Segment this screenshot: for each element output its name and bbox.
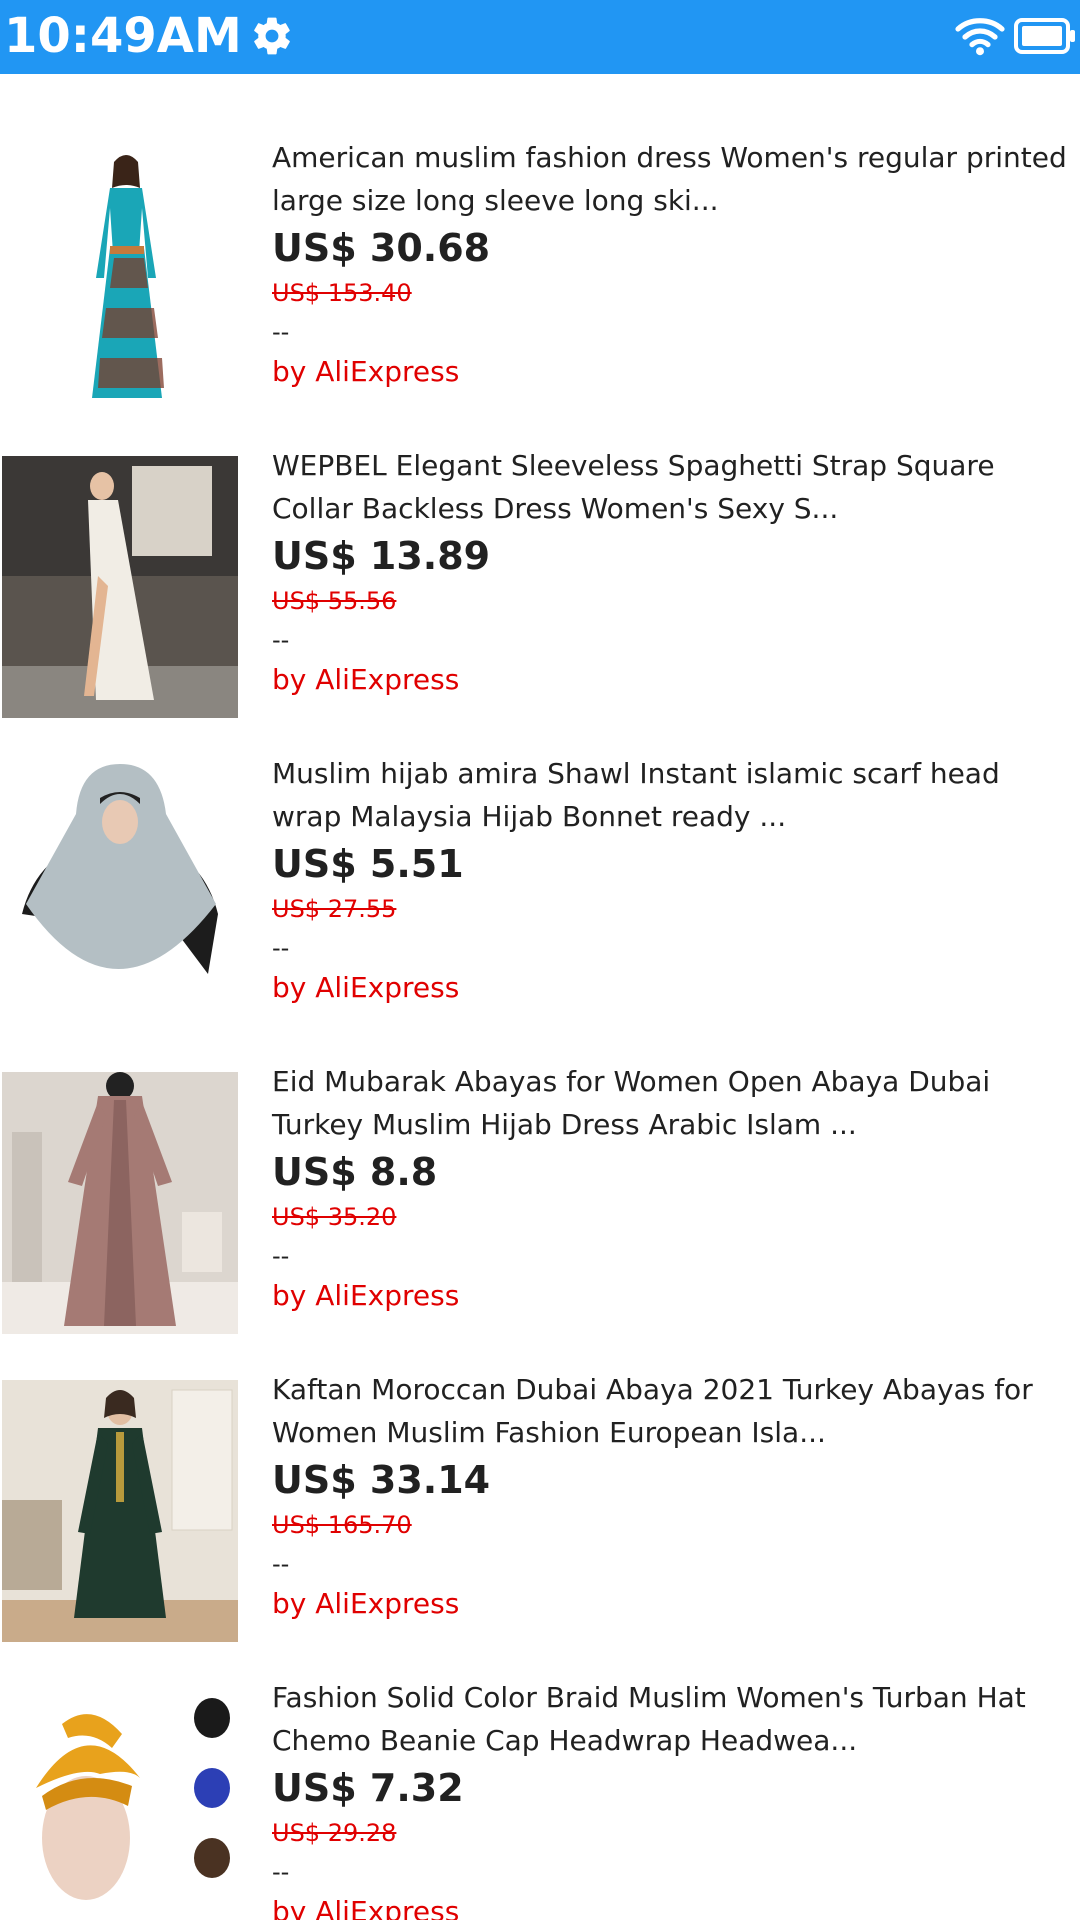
product-item[interactable]: Muslim hijab amira Shawl Instant islamic… [0,690,1080,1026]
product-image[interactable] [2,1072,238,1334]
product-extra: -- [272,1242,290,1270]
product-title[interactable]: Muslim hijab amira Shawl Instant islamic… [272,752,1072,838]
product-price: US$ 13.89 [272,534,491,578]
product-original-price: US$ 55.56 [272,587,397,615]
product-title[interactable]: American muslim fashion dress Women's re… [272,136,1072,222]
product-info: American muslim fashion dress Women's re… [272,136,1072,393]
product-image[interactable] [2,764,238,1026]
product-item[interactable]: Eid Mubarak Abayas for Women Open Abaya … [0,998,1080,1334]
product-info: Fashion Solid Color Braid Muslim Women's… [272,1676,1072,1920]
product-image[interactable] [2,456,238,718]
wifi-icon [955,18,1005,56]
product-item[interactable]: American muslim fashion dress Women's re… [0,74,1080,410]
product-title[interactable]: WEPBEL Elegant Sleeveless Spaghetti Stra… [272,444,1072,530]
product-extra: -- [272,318,290,346]
product-original-price: US$ 27.55 [272,895,397,923]
product-extra: -- [272,1550,290,1578]
product-price: US$ 7.32 [272,1766,464,1810]
product-title[interactable]: Eid Mubarak Abayas for Women Open Abaya … [272,1060,1072,1146]
product-price: US$ 30.68 [272,226,491,270]
product-image[interactable] [2,1380,238,1642]
product-image[interactable] [2,148,238,410]
product-title[interactable]: Fashion Solid Color Braid Muslim Women's… [272,1676,1072,1762]
product-info: Eid Mubarak Abayas for Women Open Abaya … [272,1060,1072,1317]
product-title[interactable]: Kaftan Moroccan Dubai Abaya 2021 Turkey … [272,1368,1072,1454]
status-bar: 10:49AM [0,0,1080,74]
product-original-price: US$ 35.20 [272,1203,397,1231]
status-time: 10:49AM [4,8,242,64]
product-info: WEPBEL Elegant Sleeveless Spaghetti Stra… [272,444,1072,701]
battery-icon [1014,18,1075,54]
product-original-price: US$ 29.28 [272,1819,397,1847]
product-extra: -- [272,626,290,654]
product-item[interactable]: Kaftan Moroccan Dubai Abaya 2021 Turkey … [0,1306,1080,1642]
product-seller[interactable]: by AliExpress [272,1891,1072,1920]
product-price: US$ 33.14 [272,1458,491,1502]
product-extra: -- [272,1858,290,1886]
product-price: US$ 8.8 [272,1150,438,1194]
product-original-price: US$ 165.70 [272,1511,412,1539]
product-item[interactable]: Fashion Solid Color Braid Muslim Women's… [0,1614,1080,1920]
product-price: US$ 5.51 [272,842,464,886]
product-original-price: US$ 153.40 [272,279,412,307]
product-extra: -- [272,934,290,962]
product-image[interactable] [2,1688,238,1920]
product-list[interactable]: American muslim fashion dress Women's re… [0,74,1080,1920]
gear-icon [254,17,290,55]
product-info: Muslim hijab amira Shawl Instant islamic… [272,752,1072,1009]
product-info: Kaftan Moroccan Dubai Abaya 2021 Turkey … [272,1368,1072,1625]
product-item[interactable]: WEPBEL Elegant Sleeveless Spaghetti Stra… [0,382,1080,718]
